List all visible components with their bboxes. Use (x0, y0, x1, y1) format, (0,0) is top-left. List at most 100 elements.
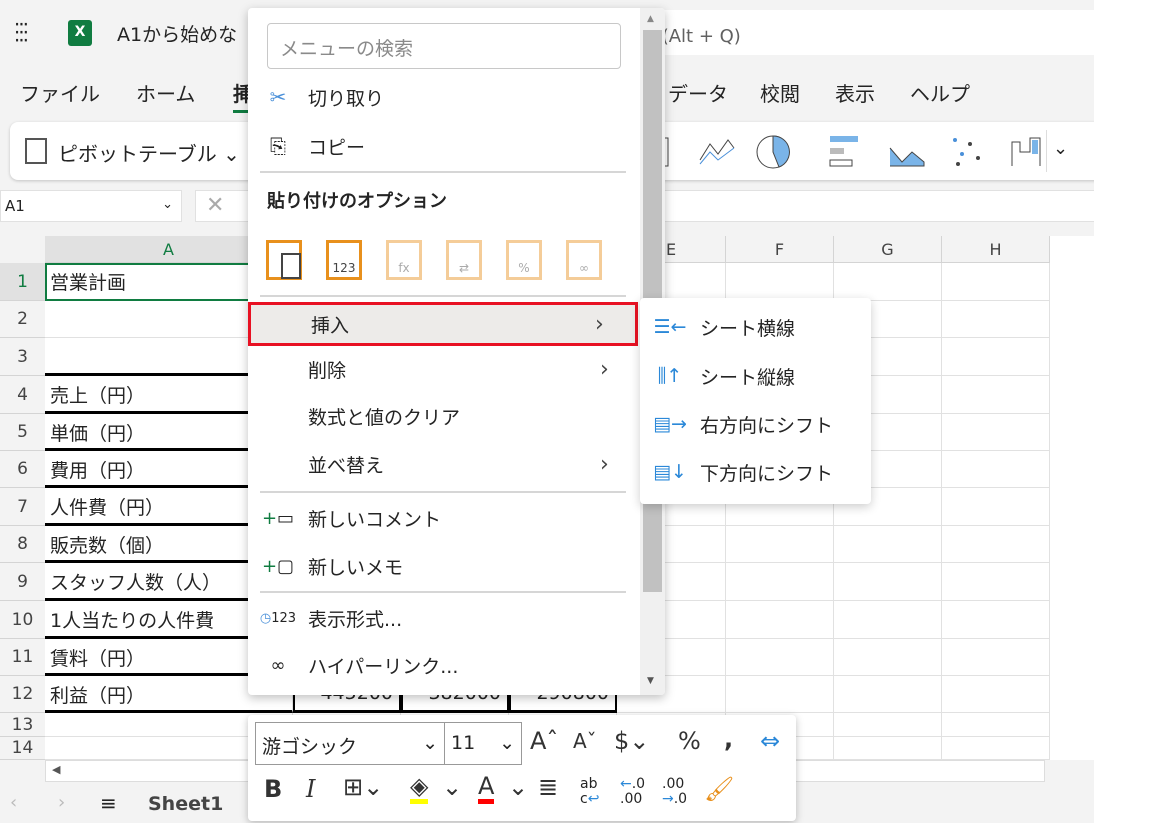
cell[interactable] (942, 639, 1050, 676)
paste-values-icon[interactable]: 123 (326, 240, 362, 280)
increase-font-size-icon[interactable]: Aˆ (530, 727, 558, 755)
row-header-14[interactable]: 14 (0, 737, 45, 760)
font-size-dropdown[interactable]: 11 ⌄ (444, 722, 522, 765)
submenu-item-shift-down[interactable]: ▤↓ 下方向にシフト (640, 448, 871, 496)
paste-link-icon[interactable]: ∞ (566, 240, 602, 280)
font-color-icon[interactable]: A (478, 773, 495, 804)
cell[interactable] (834, 526, 942, 563)
paste-formulas-icon[interactable]: fx (386, 240, 422, 280)
select-all-corner[interactable] (0, 236, 45, 263)
submenu-item-insert-rows[interactable]: ☰← シート横線 (640, 303, 871, 351)
row-header-10[interactable]: 10 (0, 601, 45, 639)
autofit-column-icon[interactable]: ⇔ (760, 727, 780, 755)
cell[interactable] (834, 713, 942, 737)
menu-item-new-note[interactable]: + ▢ 新しいメモ (248, 544, 640, 588)
row-header-6[interactable]: 6 (0, 451, 45, 488)
menu-search-input[interactable]: メニューの検索 (267, 23, 621, 69)
cell[interactable] (834, 639, 942, 676)
cell[interactable] (726, 263, 834, 301)
cell[interactable] (942, 526, 1050, 563)
tab-home[interactable]: ホーム (136, 78, 195, 107)
scroll-down-icon[interactable]: ▼ (647, 676, 654, 686)
menu-item-delete[interactable]: 削除 › (248, 347, 640, 391)
tab-file[interactable]: ファイル (20, 78, 100, 107)
increase-decimal-icon[interactable]: ←.0.00 (620, 777, 645, 807)
submenu-item-shift-right[interactable]: ▤→ 右方向にシフト (640, 400, 871, 448)
row-header-13[interactable]: 13 (0, 713, 45, 737)
decrease-decimal-icon[interactable]: .00 →.0 (662, 777, 687, 807)
row-header-5[interactable]: 5 (0, 414, 45, 451)
document-title[interactable]: A1から始めな (117, 20, 237, 47)
tab-help[interactable]: ヘルプ (910, 78, 970, 107)
menu-item-format[interactable]: ◷ 123 表示形式... (248, 596, 640, 640)
align-center-icon[interactable]: ≣ (538, 773, 558, 801)
paste-formatting-icon[interactable]: % (506, 240, 542, 280)
cell[interactable] (726, 676, 834, 713)
row-header-12[interactable]: 12 (0, 676, 45, 713)
cell[interactable] (942, 737, 1050, 760)
cell[interactable] (942, 451, 1050, 488)
pivot-table-button[interactable]: ピボットテーブル ⌄ (58, 138, 240, 167)
cancel-x-icon[interactable]: ✕ (206, 193, 224, 218)
sheet-tab-sheet1[interactable]: Sheet1 (148, 793, 223, 815)
row-header-3[interactable]: 3 (0, 338, 45, 376)
row-header-4[interactable]: 4 (0, 376, 45, 414)
borders-icon[interactable]: ⊞⌄ (343, 773, 383, 801)
chevron-down-icon[interactable]: ⌄ (508, 773, 528, 801)
column-header-F[interactable]: F (726, 236, 834, 263)
cell[interactable] (942, 414, 1050, 451)
row-header-9[interactable]: 9 (0, 563, 45, 601)
cell[interactable] (942, 338, 1050, 376)
prev-sheet-icon[interactable]: ‹ (10, 792, 17, 813)
cell[interactable] (834, 563, 942, 601)
wrap-text-icon[interactable]: ab c↩ (580, 777, 599, 807)
column-header-H[interactable]: H (942, 236, 1050, 263)
cell[interactable] (726, 601, 834, 639)
row-header-11[interactable]: 11 (0, 639, 45, 676)
cell[interactable] (942, 601, 1050, 639)
menu-item-cut[interactable]: ✂ 切り取り (248, 75, 640, 119)
cell[interactable] (834, 737, 942, 760)
row-header-1[interactable]: 1 (0, 263, 45, 301)
row-header-2[interactable]: 2 (0, 301, 45, 338)
cell[interactable] (942, 713, 1050, 737)
row-header-7[interactable]: 7 (0, 488, 45, 526)
row-header-8[interactable]: 8 (0, 526, 45, 563)
cell[interactable] (942, 676, 1050, 713)
scroll-left-icon[interactable]: ◀ (52, 763, 60, 776)
paste-icon[interactable] (266, 240, 302, 280)
menu-item-hyperlink[interactable]: ∞ ハイパーリンク... (248, 643, 640, 687)
name-box[interactable]: A1 ⌄ (0, 190, 182, 222)
tab-data[interactable]: データ (668, 78, 728, 107)
format-painter-icon[interactable]: 🖌 (704, 775, 734, 803)
scroll-up-icon[interactable]: ▲ (647, 14, 654, 24)
menu-item-sort[interactable]: 並べ替え › (248, 442, 640, 486)
next-sheet-icon[interactable]: › (58, 792, 65, 813)
cell[interactable] (942, 263, 1050, 301)
cell[interactable] (942, 301, 1050, 338)
fill-color-icon[interactable]: ◈ (410, 773, 429, 804)
menu-item-insert[interactable]: 挿入 › (248, 302, 638, 346)
decrease-font-size-icon[interactable]: Aˇ (573, 729, 597, 753)
percent-icon[interactable]: % (678, 727, 701, 755)
cell[interactable] (726, 563, 834, 601)
bold-icon[interactable]: B (264, 775, 282, 803)
cell[interactable] (726, 639, 834, 676)
more-charts-chevron-icon[interactable]: ⌄ (1046, 130, 1068, 172)
cell[interactable] (942, 488, 1050, 526)
cell[interactable] (834, 263, 942, 301)
menu-item-copy[interactable]: ⎘ コピー (248, 124, 640, 168)
paste-transpose-icon[interactable]: ⇄ (446, 240, 482, 280)
menu-item-new-comment[interactable]: + ▭ 新しいコメント (248, 496, 640, 540)
all-sheets-menu-icon[interactable]: ≡ (100, 791, 117, 815)
tab-view[interactable]: 表示 (835, 78, 875, 107)
cell[interactable] (942, 563, 1050, 601)
menu-item-clear[interactable]: 数式と値のクリア (248, 394, 640, 438)
column-header-G[interactable]: G (834, 236, 942, 263)
tab-review[interactable]: 校閲 (760, 78, 800, 107)
cell[interactable] (942, 376, 1050, 414)
italic-icon[interactable]: I (306, 775, 315, 803)
font-name-dropdown[interactable]: 游ゴシック ⌄ (255, 722, 445, 765)
currency-format-icon[interactable]: $⌄ (614, 727, 649, 755)
chevron-down-icon[interactable]: ⌄ (442, 773, 462, 801)
